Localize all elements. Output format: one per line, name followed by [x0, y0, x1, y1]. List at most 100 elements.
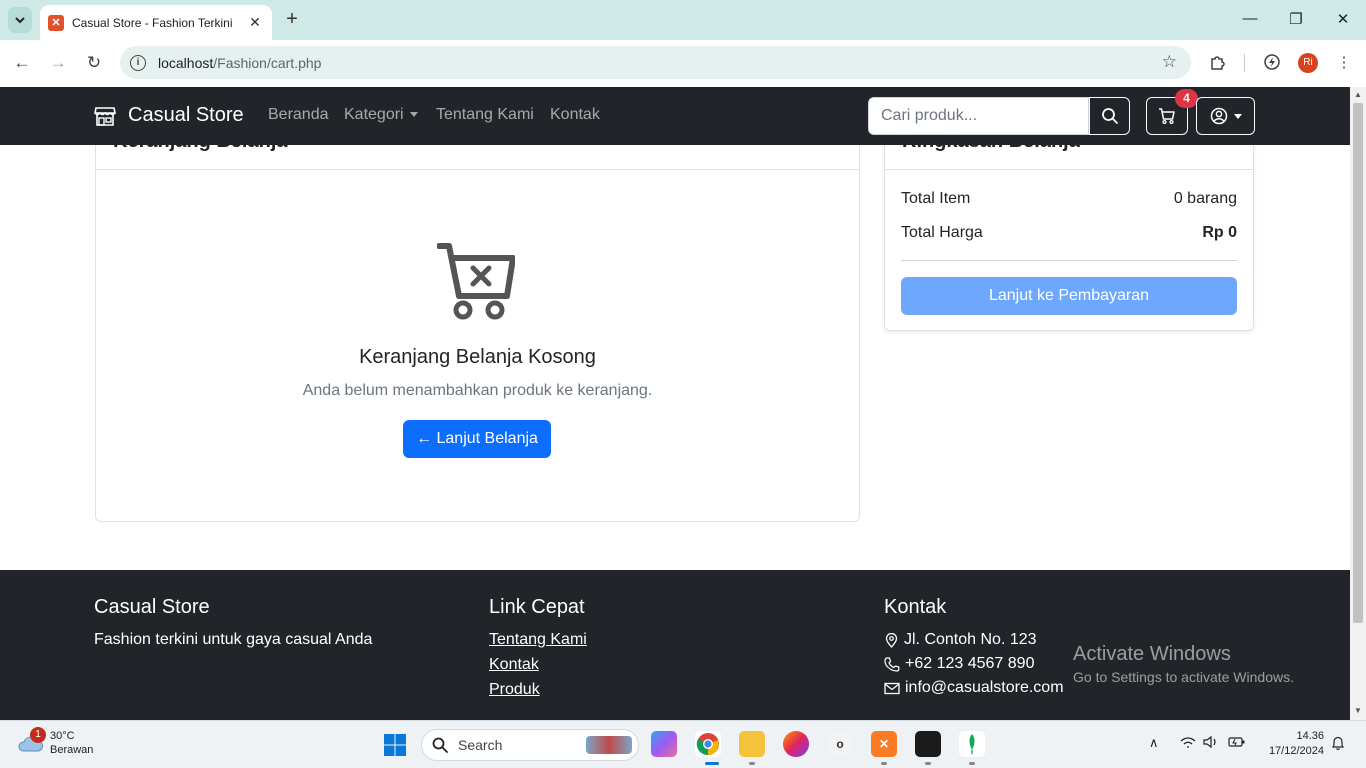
contact-address-text: Jl. Contoh No. 123 — [904, 631, 1037, 648]
footer-link-kontak[interactable]: Kontak — [489, 656, 587, 674]
nav-link-kategori-label: Kategori — [344, 106, 404, 123]
file-explorer-icon[interactable] — [739, 731, 765, 757]
tab-search-button[interactable] — [8, 7, 32, 33]
footer-link-tentang-kami[interactable]: Tentang Kami — [489, 631, 587, 649]
battery-icon[interactable] — [1228, 735, 1246, 752]
search-form — [868, 97, 1130, 135]
close-window-icon[interactable]: ✕ — [1333, 10, 1353, 28]
scroll-up-icon[interactable]: ▲ — [1353, 90, 1363, 100]
weather-temp: 30°C — [50, 730, 75, 742]
new-tab-button[interactable]: + — [282, 9, 302, 31]
search-input[interactable] — [868, 97, 1089, 135]
mongodb-indicator — [969, 762, 975, 765]
reload-icon[interactable]: ↻ — [83, 52, 105, 74]
browser-tabbar: ✕ Casual Store - Fashion Terkini ✕ + — ❐… — [0, 0, 1366, 40]
total-item-label: Total Item — [901, 190, 971, 207]
footer-links: Link Cepat Tentang Kami Kontak Produk — [489, 596, 587, 706]
page-viewport: Keranjang Belanja Keranjang Belanja Koso… — [0, 87, 1350, 720]
firefox-icon[interactable] — [783, 731, 809, 757]
nav-link-kontak[interactable]: Kontak — [550, 106, 600, 124]
app-indicator — [925, 762, 931, 765]
footer-brand: Casual Store — [94, 596, 210, 618]
profile-avatar[interactable]: Ri — [1298, 53, 1318, 73]
site-navbar: Casual Store Beranda Kategori Tentang Ka… — [0, 87, 1350, 145]
browser-tab[interactable]: ✕ Casual Store - Fashion Terkini ✕ — [40, 5, 272, 40]
app-icon[interactable] — [915, 731, 941, 757]
restore-icon[interactable]: ❐ — [1286, 10, 1306, 28]
chrome-apps-icon[interactable]: o — [827, 731, 853, 757]
nav-link-tentang-kami[interactable]: Tentang Kami — [436, 106, 534, 124]
chevron-down-icon — [15, 17, 25, 24]
checkout-button[interactable]: Lanjut ke Pembayaran — [901, 277, 1237, 315]
nav-link-beranda[interactable]: Beranda — [268, 106, 329, 124]
taskbar-search-label: Search — [458, 737, 503, 753]
clock-time: 14.36 — [1296, 730, 1324, 742]
extensions-icon[interactable] — [1208, 53, 1228, 73]
address-bar[interactable]: i localhost/Fashion/cart.php ☆ — [120, 46, 1191, 79]
weather-desc: Berawan — [50, 744, 94, 756]
caret-down-icon — [1233, 113, 1242, 119]
xampp-indicator — [881, 762, 887, 765]
search-button[interactable] — [1089, 97, 1130, 135]
envelope-icon — [884, 682, 900, 694]
taskbar-clock[interactable]: 14.36 17/12/2024 — [1254, 729, 1324, 759]
total-price-label: Total Harga — [901, 224, 983, 241]
cart-card: Keranjang Belanja Keranjang Belanja Koso… — [95, 117, 860, 522]
caret-down-icon — [409, 112, 418, 118]
notification-bell-icon[interactable] — [1331, 735, 1345, 754]
footer-contact: Kontak Jl. Contoh No. 123 +62 123 4567 8… — [884, 596, 1064, 703]
footer-tagline: Fashion terkini untuk gaya casual Anda — [94, 631, 373, 648]
mongodb-icon[interactable] — [959, 731, 985, 757]
summary-divider — [901, 260, 1237, 261]
forward-icon[interactable]: → — [47, 52, 69, 74]
location-pin-icon — [885, 632, 898, 648]
clock-date: 17/12/2024 — [1268, 745, 1324, 757]
windows-start-icon[interactable] — [383, 733, 407, 762]
search-icon — [1101, 108, 1118, 124]
browser-toolbar: ← → ↻ i localhost/Fashion/cart.php ☆ ⋮ — [0, 40, 1366, 87]
user-menu-button[interactable] — [1196, 97, 1255, 135]
watermark-subtitle: Go to Settings to activate Windows. — [1073, 669, 1294, 685]
close-tab-icon[interactable]: ✕ — [246, 14, 264, 31]
weather-widget[interactable]: 1 30°C Berawan — [16, 727, 93, 757]
continue-shopping-button[interactable]: ← Lanjut Belanja — [403, 420, 551, 458]
contact-phone: +62 123 4567 890 — [884, 655, 1064, 673]
cart-count-badge: 4 — [1175, 89, 1198, 108]
footer-link-produk[interactable]: Produk — [489, 681, 587, 699]
chrome-active-indicator — [705, 762, 719, 765]
site-info-icon[interactable]: i — [130, 54, 146, 71]
weather-text: 30°C Berawan — [50, 729, 93, 757]
page-scrollbar[interactable]: ▲ ▼ — [1350, 87, 1366, 720]
brand-name: Casual Store — [128, 104, 244, 126]
scroll-thumb[interactable] — [1353, 103, 1363, 623]
back-icon[interactable]: ← — [11, 52, 33, 74]
weather-notification-badge: 1 — [30, 727, 46, 743]
search-icon — [432, 737, 448, 753]
xampp-icon[interactable]: ✕ — [871, 731, 897, 757]
brand-link[interactable]: Casual Store — [94, 104, 244, 127]
taskbar-search[interactable]: Search — [421, 729, 639, 761]
tab-title: Casual Store - Fashion Terkini — [72, 15, 233, 30]
chrome-icon[interactable] — [695, 731, 721, 757]
tray-overflow-icon[interactable]: ∧ — [1149, 735, 1159, 751]
empty-cart-icon — [436, 242, 516, 327]
windows-taskbar: 1 30°C Berawan Search o ✕ ∧ 14.36 17/12/… — [0, 720, 1366, 768]
performance-icon[interactable] — [1262, 53, 1282, 73]
activate-windows-watermark: Activate Windows Go to Settings to activ… — [1073, 643, 1294, 685]
volume-icon[interactable] — [1203, 735, 1219, 752]
footer-contact-heading: Kontak — [884, 596, 947, 618]
footer-links-heading: Link Cepat — [489, 596, 585, 618]
network-icon[interactable] — [1180, 735, 1196, 752]
browser-menu-icon[interactable]: ⋮ — [1334, 53, 1354, 73]
user-circle-icon — [1210, 107, 1227, 125]
watermark-title: Activate Windows — [1073, 643, 1231, 665]
nav-link-kategori[interactable]: Kategori — [344, 106, 418, 124]
scroll-down-icon[interactable]: ▼ — [1353, 706, 1363, 716]
contact-email: info@casualstore.com — [884, 679, 1064, 697]
xampp-favicon-icon: ✕ — [48, 14, 64, 31]
empty-cart-title: Keranjang Belanja Kosong — [359, 346, 596, 368]
bookmark-star-icon[interactable]: ☆ — [1162, 52, 1177, 72]
cart-icon — [1159, 108, 1175, 125]
copilot-icon[interactable] — [651, 731, 677, 757]
minimize-icon[interactable]: — — [1240, 10, 1260, 27]
